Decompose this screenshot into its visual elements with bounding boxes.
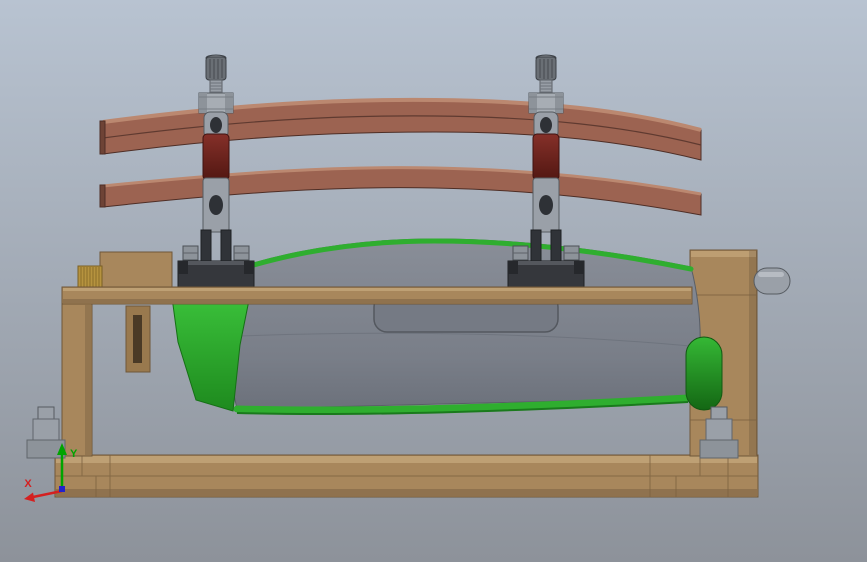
right-knob[interactable]: [753, 267, 791, 295]
z-axis-marker: [59, 486, 65, 492]
left-foot-upper: [32, 418, 60, 442]
left-foot-bolt: [37, 406, 55, 421]
x-axis-label: X: [24, 478, 32, 490]
base-top-highlight: [56, 456, 757, 463]
upper-left-wood-block: [99, 251, 173, 289]
cad-viewport: X Y: [0, 0, 867, 562]
workpiece-green-end-cap: [685, 336, 723, 411]
base-plate[interactable]: [54, 454, 759, 498]
right-knob-highlight: [758, 272, 784, 277]
copper-upper-end-cap: [99, 120, 106, 155]
left-post-shade: [85, 305, 91, 455]
slotted-block-slot: [133, 315, 142, 363]
left-foot-lower: [26, 439, 66, 459]
front-rail-highlight: [63, 288, 691, 291]
front-rail-shade: [63, 299, 691, 303]
right-foot-upper: [705, 418, 733, 442]
right-foot-lower: [699, 439, 739, 459]
right-foot-bolt: [710, 406, 728, 421]
base-bottom-shade: [56, 489, 757, 496]
y-axis-label: Y: [70, 448, 78, 460]
copper-lower-end-cap: [99, 184, 106, 208]
right-block-top-highlight: [691, 251, 756, 257]
brass-knurl-lines: [80, 267, 100, 287]
